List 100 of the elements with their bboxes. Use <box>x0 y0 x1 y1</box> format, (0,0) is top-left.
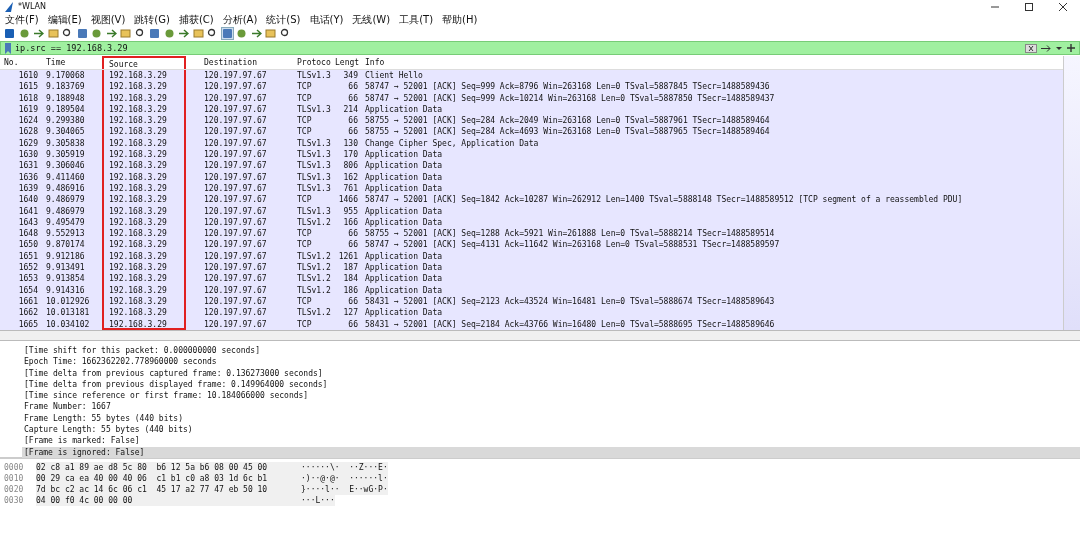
packet-row[interactable]: 1640 9.486979 192.168.3.29 120.197.97.67 TCP 1466 58747 → 52001 [ACK] Seq=1842 Ack=10287 Win=262912 Len=1400 TSval=5888148 TSecr=1488589512 [TCP segment of a reassembled PDU] <box>0 194 1063 206</box>
ascii-bytes[interactable]: ·)··@·@· ······l· <box>301 473 388 484</box>
table-cell-text: TLSv1.3 <box>296 103 332 116</box>
table-cell-text: Application Data <box>364 250 444 263</box>
detail-line[interactable]: Epoch Time: 1662362202.778960000 seconds <box>24 356 1080 368</box>
packet-row[interactable]: 1654 9.914316 192.168.3.29 120.197.97.67 TLSv1.2 186 Application Data <box>0 284 1063 296</box>
table-cell-text: 166 <box>342 216 359 229</box>
table-cell-text: 1648 <box>17 228 39 240</box>
detail-line[interactable]: [Frame is marked: False] <box>24 435 1080 447</box>
packet-row[interactable]: 1636 9.411460 192.168.3.29 120.197.97.67 TLSv1.3 162 Application Data <box>0 171 1063 183</box>
packet-row[interactable]: 1618 9.188948 192.168.3.29 120.197.97.67 TCP 66 58747 → 52001 [ACK] Seq=999 Ack=10214 Win=263168 Len=0 TSval=5887850 TSecr=1488589437 <box>0 92 1063 104</box>
packet-row[interactable]: 1619 9.189504 192.168.3.29 120.197.97.67 TLSv1.3 214 Application Data <box>0 103 1063 116</box>
apply-arrow-icon[interactable] <box>1040 43 1052 53</box>
menu-item[interactable]: 统计(S) <box>266 12 301 27</box>
detail-line[interactable]: Frame Length: 55 bytes (440 bits) <box>24 412 1080 425</box>
menu-item[interactable]: 捕获(C) <box>178 12 214 27</box>
table-cell-text: 120.197.97.67 <box>203 318 268 330</box>
detail-line[interactable]: [Time since reference or first frame: 10.184066000 seconds] <box>24 390 1080 402</box>
detail-line[interactable]: [Time delta from previous displayed frame: 0.149964000 seconds] <box>24 378 1080 391</box>
table-cell: 192.168.3.29 <box>102 239 186 251</box>
packet-row[interactable]: 1628 9.304065 192.168.3.29 120.197.97.67 TCP 66 58755 → 52001 [ACK] Seq=284 Ack=4693 Win=263168 Len=0 TSval=5887965 TSecr=1488589464 <box>0 126 1063 138</box>
menu-item[interactable]: 跳转(G) <box>134 12 170 27</box>
menu-item[interactable]: 电话(Y) <box>309 12 344 27</box>
packet-row[interactable]: 1651 9.912186 192.168.3.29 120.197.97.67 TLSv1.2 1261 Application Data <box>0 250 1063 263</box>
column-header[interactable]: Protoco <box>295 56 333 69</box>
column-header[interactable]: Source <box>102 56 186 69</box>
clear-icon[interactable] <box>1025 43 1037 53</box>
packet-row[interactable]: 1648 9.552913 192.168.3.29 120.197.97.67 TCP 66 58755 → 52001 [ACK] Seq=1288 Ack=5921 Win=261888 Len=0 TSval=5888214 TSecr=1488589514 <box>0 228 1063 240</box>
hex-bytes[interactable]: 04 00 f0 4c 00 00 00 <box>36 495 301 506</box>
column-header[interactable]: Destination <box>199 56 295 69</box>
table-cell: 192.168.3.29 <box>102 194 186 206</box>
table-cell-text: Application Data <box>364 273 444 285</box>
table-cell-text: 761 <box>342 182 359 195</box>
table-cell-text: Application Data <box>364 160 444 172</box>
column-header[interactable]: No. <box>0 56 42 69</box>
packet-row[interactable]: 1665 10.034102 192.168.3.29 120.197.97.67 TCP 66 58431 → 52001 [ACK] Seq=2184 Ack=43766 Win=16480 Len=0 TSval=5888695 TSecr=1488589646 <box>0 318 1063 330</box>
table-cell: 192.168.3.29 <box>102 205 186 217</box>
table-cell: 192.168.3.29 <box>102 182 186 195</box>
table-cell-text: 1261 <box>337 250 359 263</box>
bookmark-icon[interactable] <box>4 42 12 54</box>
table-cell-text: 1630 <box>17 149 39 161</box>
menu-item[interactable]: 分析(A) <box>222 12 258 27</box>
byte-offset: 0020 <box>3 484 25 495</box>
table-cell: 192.168.3.29 <box>102 126 186 138</box>
menu-item[interactable]: 帮助(H) <box>442 12 478 27</box>
table-cell-text: 9.411460 <box>45 171 86 183</box>
table-cell: 192.168.3.29 <box>102 160 186 172</box>
packet-row[interactable]: 1661 10.012926 192.168.3.29 120.197.97.67 TCP 66 58431 → 52001 [ACK] Seq=2123 Ack=43524 Win=16481 Len=0 TSval=5888674 TSecr=1488589643 <box>0 295 1063 308</box>
menu-item[interactable]: 工具(T) <box>399 12 434 27</box>
packet-row[interactable]: 1641 9.486979 192.168.3.29 120.197.97.67 TLSv1.3 955 Application Data <box>0 205 1063 217</box>
detail-line[interactable]: [Time shift for this packet: 0.000000000 seconds] <box>24 345 1080 357</box>
table-cell-text: 1640 <box>17 194 39 206</box>
table-cell-text: TCP <box>296 92 313 104</box>
column-header[interactable]: Lengt <box>333 56 363 69</box>
detail-line[interactable]: Capture Length: 55 bytes (440 bits) <box>24 424 1080 436</box>
horizontal-scrollbar[interactable] <box>0 331 1080 341</box>
table-cell-text: 9.913854 <box>45 273 86 285</box>
packet-row[interactable]: 1610 9.170068 192.168.3.29 120.197.97.67 TLSv1.3 349 Client Hello <box>0 70 1063 82</box>
table-cell-text: 10.012926 <box>45 295 91 308</box>
packet-row[interactable]: 1650 9.870174 192.168.3.29 120.197.97.67 TCP 66 58747 → 52001 [ACK] Seq=4131 Ack=11642 Win=263168 Len=0 TSval=5888531 TSecr=1488589597 <box>0 239 1063 251</box>
packet-row[interactable]: 1639 9.486916 192.168.3.29 120.197.97.67 TLSv1.3 761 Application Data <box>0 182 1063 195</box>
hex-bytes[interactable]: 7d bc c2 ac 14 6c 06 c1 45 17 a2 77 47 eb 50 10 <box>36 484 301 495</box>
table-cell-text: TLSv1.3 <box>296 160 332 172</box>
packet-row[interactable]: 1624 9.299380 192.168.3.29 120.197.97.67 TCP 66 58755 → 52001 [ACK] Seq=284 Ack=2049 Win=263168 Len=0 TSval=5887961 TSecr=1488589464 <box>0 115 1063 127</box>
ascii-bytes[interactable]: ······\· ··Z···E· <box>301 462 388 473</box>
table-cell-text: TLSv1.3 <box>296 149 332 161</box>
packet-row[interactable]: 1631 9.306046 192.168.3.29 120.197.97.67 TLSv1.3 806 Application Data <box>0 160 1063 172</box>
column-header[interactable]: Time <box>42 56 102 69</box>
table-cell-text: TLSv1.2 <box>296 273 332 285</box>
packet-row[interactable]: 1615 9.183769 192.168.3.29 120.197.97.67 TCP 66 58747 → 52001 [ACK] Seq=999 Ack=8796 Win=263168 Len=0 TSval=5887845 TSecr=1488589436 <box>0 81 1063 93</box>
table-cell-text: TCP <box>296 239 313 251</box>
table-cell: 192.168.3.29 <box>102 262 186 274</box>
table-cell: 192.168.3.29 <box>102 284 186 296</box>
hex-bytes[interactable]: 00 29 ca ea 40 00 40 06 c1 b1 c0 a8 03 1d 6c b1 <box>36 473 301 484</box>
table-cell-text: 120.197.97.67 <box>203 171 268 183</box>
detail-line[interactable]: [Time delta from previous captured frame: 0.136273000 seconds] <box>24 367 1080 379</box>
table-cell-text: 9.486916 <box>45 182 86 195</box>
menu-item[interactable]: 无线(W) <box>352 12 391 27</box>
packet-row[interactable]: 1652 9.913491 192.168.3.29 120.197.97.67 TLSv1.2 187 Application Data <box>0 262 1063 274</box>
packet-row[interactable]: 1662 10.013181 192.168.3.29 120.197.97.67 TLSv1.2 127 Application Data <box>0 307 1063 319</box>
menu-item[interactable]: 视图(V) <box>90 12 126 27</box>
packet-row[interactable]: 1653 9.913854 192.168.3.29 120.197.97.67 TLSv1.2 184 Application Data <box>0 273 1063 285</box>
table-cell-text: 1615 <box>17 81 39 93</box>
table-cell-text: 10.013181 <box>45 307 91 319</box>
ascii-bytes[interactable]: }····l·· E··wG·P· <box>301 484 388 495</box>
packet-row[interactable]: 1643 9.495479 192.168.3.29 120.197.97.67 TLSv1.2 166 Application Data <box>0 216 1063 229</box>
table-cell: 192.168.3.29 <box>102 92 186 104</box>
detail-line[interactable]: Frame Number: 1667 <box>24 401 1080 413</box>
display-filter-bar[interactable]: ip.src == 192.168.3.29 <box>0 41 1080 55</box>
packet-row[interactable]: 1630 9.305919 192.168.3.29 120.197.97.67 TLSv1.3 170 Application Data <box>0 149 1063 161</box>
table-cell-text: Application Data <box>364 284 444 296</box>
column-header[interactable]: Info <box>363 56 1063 69</box>
ascii-bytes[interactable]: ···L··· <box>301 495 335 506</box>
table-cell-text: 58431 → 52001 [ACK] Seq=2123 Ack=43524 Win=16481 Len=0 TSval=5888674 TSecr=1488589643 <box>364 295 776 308</box>
hex-bytes[interactable]: 02 c8 a1 89 ae d8 5c 80 b6 12 5a b6 08 00 45 00 <box>36 462 301 473</box>
menu-item[interactable]: 编辑(E) <box>47 12 82 27</box>
maximize-icon[interactable] <box>1024 1 1034 12</box>
packet-row[interactable]: 1629 9.305838 192.168.3.29 120.197.97.67 TLSv1.3 130 Change Cipher Spec, Application Data <box>0 137 1063 150</box>
add-icon[interactable] <box>1066 43 1076 53</box>
menu-item[interactable]: 文件(F) <box>5 12 39 27</box>
